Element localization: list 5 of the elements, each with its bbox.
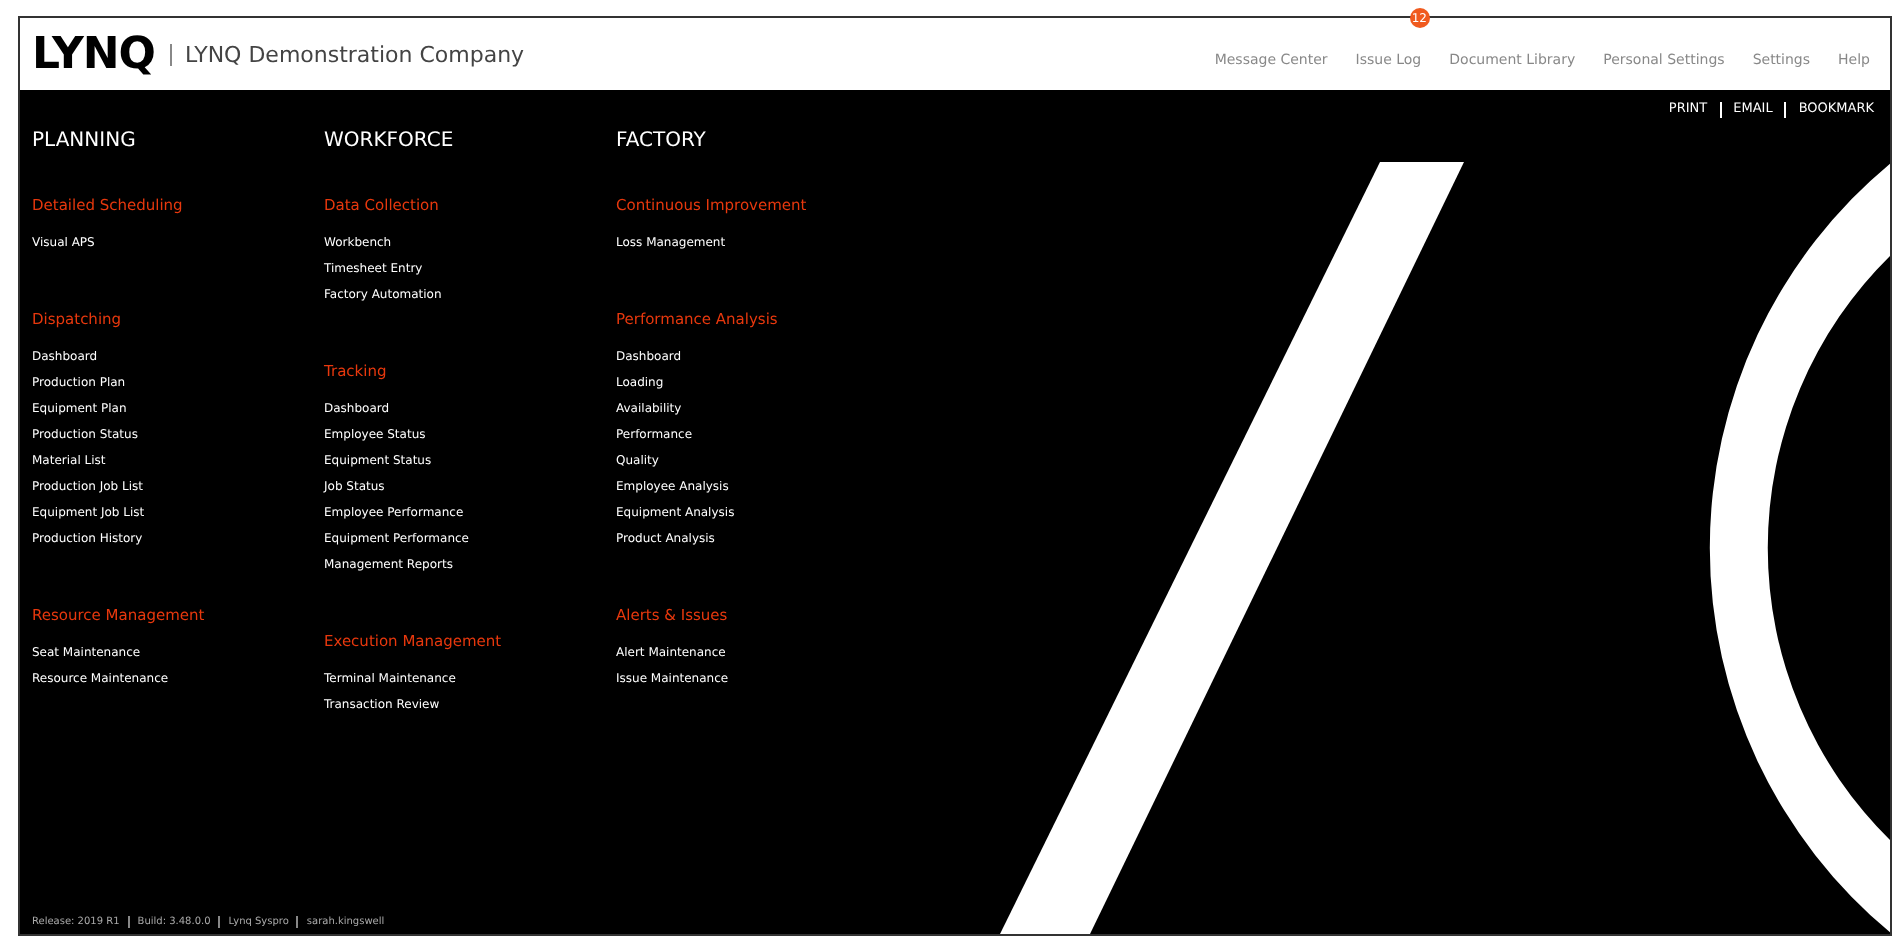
logo[interactable]: LYNQ <box>32 21 155 87</box>
column-title: PLANNING <box>32 130 138 154</box>
company-name: LYNQ Demonstration Company <box>170 43 525 65</box>
column-title: WORKFORCE <box>324 130 456 154</box>
column-title: FACTORY <box>616 130 708 154</box>
